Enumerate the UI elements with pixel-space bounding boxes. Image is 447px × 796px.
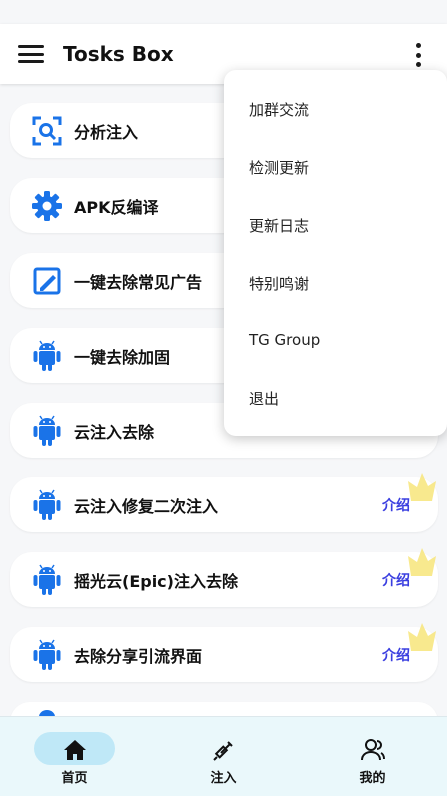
app-title: Tosks Box <box>63 42 174 66</box>
list-item-label: 云注入去除 <box>74 422 155 442</box>
list-item[interactable]: 云注入修复二次注入 介绍 <box>10 473 438 532</box>
syringe-icon <box>211 737 237 763</box>
android-icon <box>32 415 62 446</box>
status-bar <box>0 0 447 24</box>
menu-item-tg-group[interactable]: TG Group <box>249 331 320 349</box>
nav-item-mine[interactable]: 我的 <box>298 717 447 796</box>
android-icon <box>32 564 62 595</box>
gear-icon <box>32 191 62 221</box>
list-item-label: 云注入修复二次注入 <box>74 496 219 516</box>
list-item[interactable]: 去除分享引流界面 介绍 <box>10 623 438 682</box>
more-options-icon[interactable] <box>415 43 421 67</box>
android-icon <box>32 489 62 520</box>
nav-label: 注入 <box>210 771 237 786</box>
menu-item-check-update[interactable]: 检测更新 <box>249 157 309 178</box>
android-icon <box>32 340 62 371</box>
user-icon <box>360 737 386 763</box>
nav-item-inject[interactable]: 注入 <box>149 717 298 796</box>
list-item-label: 分析注入 <box>74 122 139 142</box>
android-icon <box>32 639 62 670</box>
crown-decoration-icon <box>408 623 436 651</box>
menu-item-thanks[interactable]: 特别鸣谢 <box>249 273 309 294</box>
hamburger-menu-icon[interactable] <box>18 45 44 63</box>
crown-decoration-icon <box>408 473 436 501</box>
list-item-label: 摇光云(Epic)注入去除 <box>74 571 238 591</box>
list-item-label: 一键去除加固 <box>74 347 171 367</box>
menu-item-exit[interactable]: 退出 <box>249 388 279 409</box>
list-item-label: 一键去除常见广告 <box>74 272 203 292</box>
list-item[interactable]: 摇光云(Epic)注入去除 介绍 <box>10 548 438 607</box>
list-item-label: APK反编译 <box>74 197 159 217</box>
nav-item-home[interactable]: 首页 <box>0 717 149 796</box>
nav-label: 我的 <box>359 771 386 786</box>
search-scan-icon <box>32 116 62 146</box>
home-icon <box>62 737 88 763</box>
bottom-navigation: 首页 注入 我的 <box>0 716 447 796</box>
list-item-label: 去除分享引流界面 <box>74 646 203 666</box>
crown-decoration-icon <box>408 548 436 576</box>
nav-label: 首页 <box>61 771 88 786</box>
menu-item-join-group[interactable]: 加群交流 <box>249 99 309 120</box>
menu-item-changelog[interactable]: 更新日志 <box>249 215 309 236</box>
edit-box-icon <box>32 266 62 296</box>
overflow-menu: 加群交流 检测更新 更新日志 特别鸣谢 TG Group 退出 <box>224 70 447 436</box>
